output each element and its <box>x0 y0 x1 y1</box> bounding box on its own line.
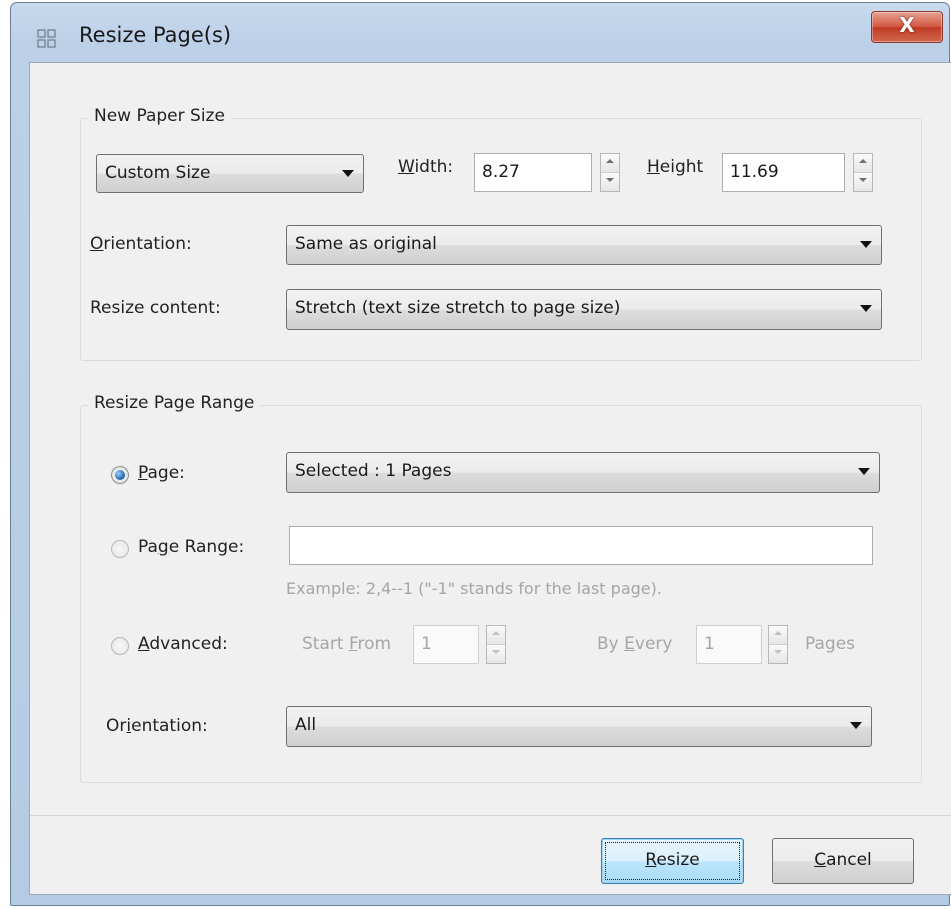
page-range-radio[interactable] <box>111 540 129 558</box>
start-from-decrement-arrow[interactable] <box>487 644 505 663</box>
start-from-spinner[interactable] <box>486 625 506 664</box>
orientation-select[interactable]: Same as original <box>286 225 882 265</box>
by-every-increment-arrow[interactable] <box>769 626 787 645</box>
resize-button[interactable]: Resize <box>601 838 744 884</box>
paper-size-select[interactable]: Custom Size <box>96 154 364 193</box>
page-range-input[interactable] <box>289 526 873 565</box>
range-orientation-select[interactable]: All <box>286 706 872 747</box>
pages-label: Pages <box>805 634 856 654</box>
height-increment-arrow[interactable] <box>854 154 872 173</box>
resize-content-label: Resize content: <box>90 298 221 318</box>
resize-page-range-title: Resize Page Range <box>88 393 261 413</box>
page-select[interactable]: Selected : 1 Pages <box>286 452 880 493</box>
chevron-down-icon <box>860 241 872 248</box>
chevron-down-icon <box>342 170 354 177</box>
width-input[interactable]: 8.27 <box>474 153 592 192</box>
paper-size-value: Custom Size <box>105 163 211 183</box>
close-button[interactable]: X <box>871 11 943 43</box>
width-decrement-arrow[interactable] <box>601 172 619 191</box>
width-spinner[interactable] <box>600 153 620 192</box>
orientation-label: Orientation: <box>90 234 192 254</box>
dialog-client-area: New Paper Size Custom Size Width: 8.27 H… <box>29 62 951 895</box>
start-from-increment-arrow[interactable] <box>487 626 505 645</box>
start-from-label: Start From <box>302 634 392 654</box>
chevron-down-icon <box>858 468 870 475</box>
cancel-button-label: Cancel <box>814 850 872 870</box>
height-input[interactable]: 11.69 <box>722 153 845 192</box>
height-decrement-arrow[interactable] <box>854 172 872 191</box>
new-paper-size-title: New Paper Size <box>88 106 231 126</box>
range-orientation-value: All <box>295 715 317 735</box>
height-label: Height <box>647 157 704 177</box>
chevron-down-icon <box>860 305 872 312</box>
dialog-footer: Resize Cancel <box>30 815 951 894</box>
resize-pages-icon <box>37 29 56 48</box>
start-from-input[interactable]: 1 <box>413 625 479 664</box>
page-select-value: Selected : 1 Pages <box>295 461 452 481</box>
by-every-label: By Every <box>597 634 673 654</box>
by-every-spinner[interactable] <box>768 625 788 664</box>
page-range-example: Example: 2,4--1 ("-1" stands for the las… <box>286 579 662 598</box>
resize-content-select[interactable]: Stretch (text size stretch to page size) <box>286 289 882 330</box>
page-range-radio-label[interactable]: Page Range: <box>138 537 244 557</box>
width-increment-arrow[interactable] <box>601 154 619 173</box>
window-title: Resize Page(s) <box>79 23 232 47</box>
height-spinner[interactable] <box>853 153 873 192</box>
chevron-down-icon <box>850 722 862 729</box>
advanced-radio-label[interactable]: Advanced: <box>138 634 228 654</box>
page-radio[interactable] <box>111 466 129 484</box>
advanced-radio[interactable] <box>111 637 129 655</box>
width-label: Width: <box>398 157 454 177</box>
by-every-decrement-arrow[interactable] <box>769 644 787 663</box>
page-radio-label[interactable]: Page: <box>138 463 185 483</box>
range-orientation-label: Orientation: <box>106 716 208 736</box>
close-icon: X <box>899 13 915 37</box>
focus-rectangle <box>605 842 740 880</box>
by-every-input[interactable]: 1 <box>696 625 762 664</box>
resize-pages-dialog: Resize Page(s) X New Paper Size Custom S… <box>10 2 951 906</box>
orientation-value: Same as original <box>295 234 437 254</box>
resize-content-value: Stretch (text size stretch to page size) <box>295 298 621 318</box>
cancel-button[interactable]: Cancel <box>772 838 914 884</box>
